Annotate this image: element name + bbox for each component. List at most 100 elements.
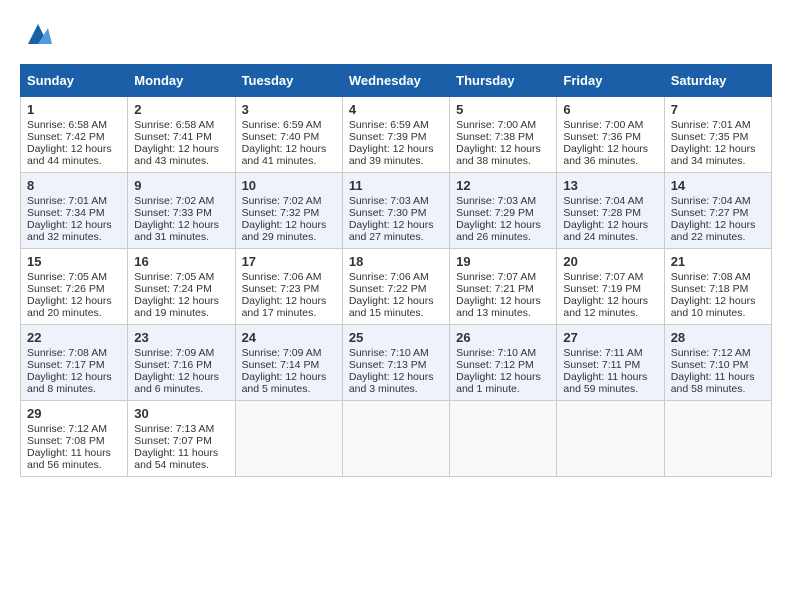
daylight-label: Daylight: 12 hours and 13 minutes. <box>456 295 541 319</box>
daylight-label: Daylight: 11 hours and 59 minutes. <box>563 371 647 395</box>
sunset-label: Sunset: 7:21 PM <box>456 283 534 295</box>
sunset-label: Sunset: 7:33 PM <box>134 207 212 219</box>
day-number: 16 <box>134 254 228 269</box>
sunset-label: Sunset: 7:22 PM <box>349 283 427 295</box>
sunrise-label: Sunrise: 7:07 AM <box>563 271 643 283</box>
day-number: 23 <box>134 330 228 345</box>
sunset-label: Sunset: 7:29 PM <box>456 207 534 219</box>
calendar-header-row: SundayMondayTuesdayWednesdayThursdayFrid… <box>21 65 772 97</box>
calendar-cell <box>342 401 449 477</box>
daylight-label: Daylight: 12 hours and 10 minutes. <box>671 295 756 319</box>
day-number: 7 <box>671 102 765 117</box>
sunset-label: Sunset: 7:19 PM <box>563 283 641 295</box>
sunset-label: Sunset: 7:41 PM <box>134 131 212 143</box>
sunrise-label: Sunrise: 7:03 AM <box>456 195 536 207</box>
daylight-label: Daylight: 12 hours and 39 minutes. <box>349 143 434 167</box>
calendar-cell <box>557 401 664 477</box>
day-number: 29 <box>27 406 121 421</box>
daylight-label: Daylight: 12 hours and 29 minutes. <box>242 219 327 243</box>
sunrise-label: Sunrise: 7:07 AM <box>456 271 536 283</box>
calendar-cell: 19Sunrise: 7:07 AMSunset: 7:21 PMDayligh… <box>450 249 557 325</box>
sunset-label: Sunset: 7:34 PM <box>27 207 105 219</box>
sunset-label: Sunset: 7:24 PM <box>134 283 212 295</box>
sunset-label: Sunset: 7:30 PM <box>349 207 427 219</box>
calendar-cell: 30Sunrise: 7:13 AMSunset: 7:07 PMDayligh… <box>128 401 235 477</box>
day-header-friday: Friday <box>557 65 664 97</box>
calendar-cell: 20Sunrise: 7:07 AMSunset: 7:19 PMDayligh… <box>557 249 664 325</box>
day-number: 14 <box>671 178 765 193</box>
sunrise-label: Sunrise: 6:58 AM <box>134 119 214 131</box>
sunrise-label: Sunrise: 7:10 AM <box>349 347 429 359</box>
day-header-sunday: Sunday <box>21 65 128 97</box>
day-number: 27 <box>563 330 657 345</box>
day-number: 26 <box>456 330 550 345</box>
calendar-cell: 29Sunrise: 7:12 AMSunset: 7:08 PMDayligh… <box>21 401 128 477</box>
daylight-label: Daylight: 12 hours and 1 minute. <box>456 371 541 395</box>
daylight-label: Daylight: 12 hours and 38 minutes. <box>456 143 541 167</box>
calendar-cell: 13Sunrise: 7:04 AMSunset: 7:28 PMDayligh… <box>557 173 664 249</box>
sunrise-label: Sunrise: 7:12 AM <box>27 423 107 435</box>
sunrise-label: Sunrise: 7:08 AM <box>671 271 751 283</box>
calendar-cell: 2Sunrise: 6:58 AMSunset: 7:41 PMDaylight… <box>128 97 235 173</box>
sunset-label: Sunset: 7:35 PM <box>671 131 749 143</box>
daylight-label: Daylight: 12 hours and 44 minutes. <box>27 143 112 167</box>
daylight-label: Daylight: 11 hours and 54 minutes. <box>134 447 218 471</box>
day-number: 21 <box>671 254 765 269</box>
page-header <box>20 20 772 48</box>
day-number: 1 <box>27 102 121 117</box>
day-number: 10 <box>242 178 336 193</box>
daylight-label: Daylight: 12 hours and 32 minutes. <box>27 219 112 243</box>
day-number: 25 <box>349 330 443 345</box>
sunrise-label: Sunrise: 7:10 AM <box>456 347 536 359</box>
sunrise-label: Sunrise: 7:00 AM <box>456 119 536 131</box>
day-header-tuesday: Tuesday <box>235 65 342 97</box>
daylight-label: Daylight: 12 hours and 19 minutes. <box>134 295 219 319</box>
day-number: 12 <box>456 178 550 193</box>
sunset-label: Sunset: 7:14 PM <box>242 359 320 371</box>
calendar-cell: 16 Sunrise: 7:05 AMSunset: 7:24 PMDayligh… <box>128 249 235 325</box>
day-number: 15 <box>27 254 121 269</box>
calendar-cell: 25Sunrise: 7:10 AMSunset: 7:13 PMDayligh… <box>342 325 449 401</box>
day-header-wednesday: Wednesday <box>342 65 449 97</box>
logo-icon <box>24 20 52 48</box>
calendar-week-5: 29 Sunrise: 7:12 AMSunset: 7:08 PM Dayligh… <box>21 401 772 477</box>
calendar-week-4: 22Sunrise: 7:08 AMSunset: 7:17 PMDayligh… <box>21 325 772 401</box>
sunrise-label: Sunrise: 7:13 AM <box>134 423 214 435</box>
day-number: 20 <box>563 254 657 269</box>
sunset-label: Sunset: 7:38 PM <box>456 131 534 143</box>
daylight-label: Daylight: 12 hours and 24 minutes. <box>563 219 648 243</box>
daylight-label: Daylight: 12 hours and 34 minutes. <box>671 143 756 167</box>
daylight-label: Daylight: 12 hours and 41 minutes. <box>242 143 327 167</box>
calendar-cell: 18Sunrise: 7:06 AMSunset: 7:22 PMDayligh… <box>342 249 449 325</box>
calendar-week-2: 8Sunrise: 7:01 AMSunset: 7:34 PMDaylight… <box>21 173 772 249</box>
calendar-cell: 5Sunrise: 7:00 AMSunset: 7:38 PMDaylight… <box>450 97 557 173</box>
calendar-cell: 8Sunrise: 7:01 AMSunset: 7:34 PMDaylight… <box>21 173 128 249</box>
day-number: 17 <box>242 254 336 269</box>
day-number: 3 <box>242 102 336 117</box>
sunset-label: Sunset: 7:32 PM <box>242 207 320 219</box>
sunset-label: Sunset: 7:28 PM <box>563 207 641 219</box>
sunrise-label: Sunrise: 7:05 AM <box>134 271 214 283</box>
day-number: 2 <box>134 102 228 117</box>
day-number: 24 <box>242 330 336 345</box>
daylight-label: Daylight: 12 hours and 15 minutes. <box>349 295 434 319</box>
daylight-label: Daylight: 12 hours and 3 minutes. <box>349 371 434 395</box>
calendar-cell <box>235 401 342 477</box>
calendar-cell: 28Sunrise: 7:12 AMSunset: 7:10 PMDayligh… <box>664 325 771 401</box>
logo <box>20 20 52 48</box>
calendar-cell: 1Sunrise: 6:58 AMSunset: 7:42 PMDaylight… <box>21 97 128 173</box>
daylight-label: Daylight: 12 hours and 27 minutes. <box>349 219 434 243</box>
sunrise-label: Sunrise: 6:59 AM <box>349 119 429 131</box>
sunset-label: Sunset: 7:18 PM <box>671 283 749 295</box>
day-number: 4 <box>349 102 443 117</box>
calendar-cell: 12Sunrise: 7:03 AMSunset: 7:29 PMDayligh… <box>450 173 557 249</box>
sunset-label: Sunset: 7:40 PM <box>242 131 320 143</box>
sunrise-label: Sunrise: 7:02 AM <box>242 195 322 207</box>
calendar-cell: 27Sunrise: 7:11 AMSunset: 7:11 PMDayligh… <box>557 325 664 401</box>
day-number: 18 <box>349 254 443 269</box>
calendar-cell: 14Sunrise: 7:04 AMSunset: 7:27 PMDayligh… <box>664 173 771 249</box>
day-number: 13 <box>563 178 657 193</box>
sunset-label: Sunset: 7:39 PM <box>349 131 427 143</box>
daylight-label: Daylight: 12 hours and 20 minutes. <box>27 295 112 319</box>
sunset-label: Sunset: 7:08 PM <box>27 435 105 447</box>
